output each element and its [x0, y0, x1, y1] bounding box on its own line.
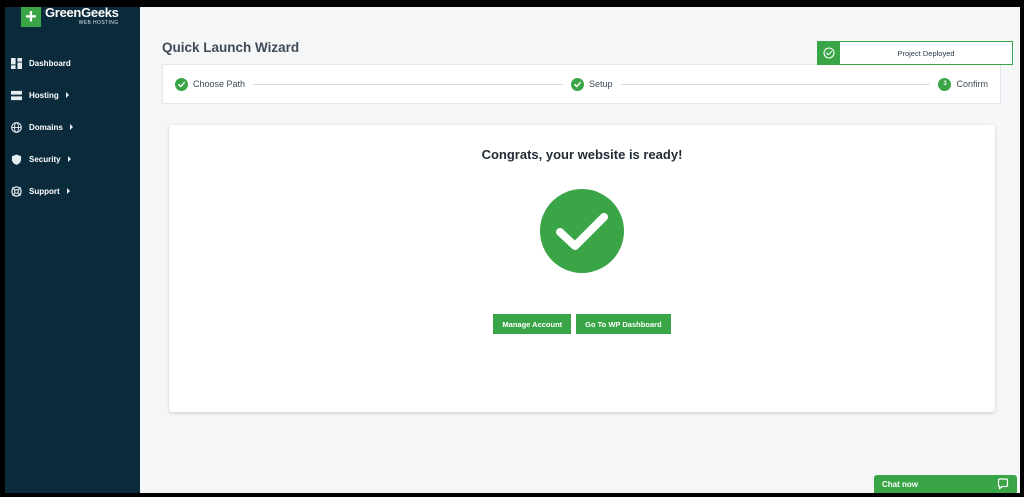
globe-icon [11, 121, 22, 133]
check-circle-icon [540, 189, 624, 273]
sidebar-item-domains[interactable]: Domains [5, 111, 140, 143]
shield-icon [11, 153, 22, 165]
server-icon [11, 90, 22, 100]
caret-right-icon [65, 92, 69, 98]
step-number: 3 [943, 81, 947, 87]
chat-label: Chat now [882, 479, 918, 489]
step-choose-path[interactable]: Choose Path [175, 77, 246, 91]
sidebar-item-label: Dashboard [29, 58, 71, 68]
toast-message: Project Deployed [897, 48, 955, 58]
brand-name: GreenGeeks [45, 7, 119, 20]
brand-logo[interactable]: + GreenGeeks WEB HOSTING [21, 7, 119, 31]
step-complete-check-icon [571, 77, 584, 91]
manage-account-button[interactable]: Manage Account [493, 314, 572, 334]
card-actions: Manage Account Go To WP Dashboard [169, 314, 995, 334]
app-window: + GreenGeeks WEB HOSTING Dashboard Hosti… [5, 7, 1020, 493]
step-label: Choose Path [193, 79, 246, 89]
sidebar-item-label: Domains [29, 122, 63, 132]
step-complete-check-icon [175, 77, 188, 91]
step-connector [253, 83, 563, 85]
caret-right-icon [66, 188, 70, 194]
sidebar-item-label: Hosting [29, 90, 59, 100]
step-connector [620, 83, 931, 85]
wizard-stepper: Choose Path Setup 3 Confirm [162, 64, 1001, 104]
caret-right-icon [67, 156, 71, 162]
chat-bubble-icon [997, 478, 1009, 490]
success-card: Congrats, your website is ready! Manage … [169, 125, 995, 412]
step-label: Setup [589, 79, 613, 89]
sidebar-item-label: Security [29, 154, 61, 164]
step-confirm[interactable]: 3 Confirm [938, 77, 988, 91]
sidebar-item-dashboard[interactable]: Dashboard [5, 47, 140, 79]
wp-dashboard-button[interactable]: Go To WP Dashboard [576, 314, 671, 334]
dashboard-icon [11, 57, 22, 69]
step-setup[interactable]: Setup [571, 77, 613, 91]
success-heading: Congrats, your website is ready! [481, 147, 683, 162]
sidebar: + GreenGeeks WEB HOSTING Dashboard Hosti… [5, 7, 140, 493]
brand-text: GreenGeeks WEB HOSTING [45, 7, 119, 26]
sidebar-item-hosting[interactable]: Hosting [5, 79, 140, 111]
check-circle-icon [818, 42, 840, 64]
lifebuoy-icon [11, 185, 22, 197]
sidebar-item-label: Support [29, 186, 60, 196]
sidebar-nav: Dashboard Hosting Domains Security Suppo… [5, 47, 140, 207]
toast-notification[interactable]: Project Deployed [817, 41, 1013, 65]
plus-icon: + [21, 7, 41, 27]
step-number-badge: 3 [938, 77, 952, 91]
page-title: Quick Launch Wizard [162, 40, 300, 55]
caret-right-icon [69, 124, 73, 130]
chat-now-button[interactable]: Chat now [874, 475, 1017, 493]
brand-tagline: WEB HOSTING [78, 20, 119, 26]
step-label: Confirm [956, 79, 988, 89]
sidebar-item-support[interactable]: Support [5, 175, 140, 207]
sidebar-item-security[interactable]: Security [5, 143, 140, 175]
